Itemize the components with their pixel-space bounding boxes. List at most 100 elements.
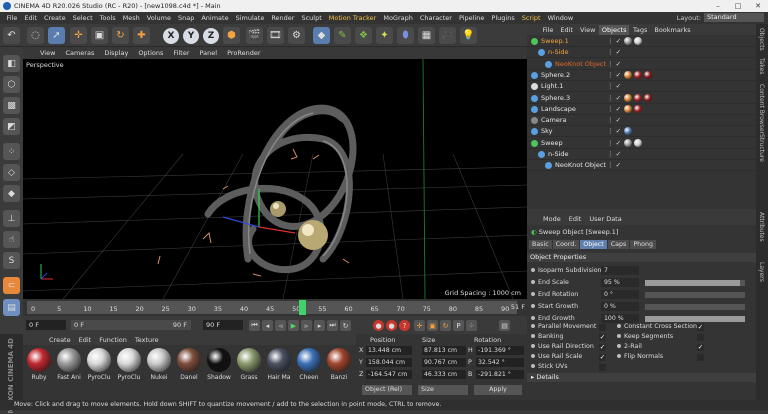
size-z-field[interactable]: 46.333 cm	[422, 370, 466, 379]
object-menu-file[interactable]: File	[539, 26, 557, 34]
next-key-icon[interactable]: ▸	[314, 320, 325, 331]
make-editable-icon[interactable]: ◧	[3, 55, 20, 72]
visibility-toggle-icon[interactable]: ⋮ ✓	[607, 127, 621, 135]
material-swatch-nukei[interactable]	[147, 348, 171, 372]
viewport-menu-options[interactable]: Options	[133, 49, 168, 57]
visibility-toggle-icon[interactable]: ⋮ ✓	[607, 82, 621, 90]
selection-filter-icon[interactable]: ▤	[3, 299, 20, 316]
menu-window[interactable]: Window	[544, 14, 577, 22]
viewport-menu-filter[interactable]: Filter	[168, 49, 194, 57]
deformer-icon[interactable]: ⬮	[397, 27, 414, 44]
menu-volume[interactable]: Volume	[143, 14, 174, 22]
material-tag-icon[interactable]	[634, 93, 642, 102]
animate-dot-icon[interactable]	[531, 334, 535, 338]
visibility-toggle-icon[interactable]: ⋮ ✓	[607, 60, 621, 68]
checkbox-constant-cross-section[interactable]: ✓	[697, 324, 704, 331]
rotate-tool-icon[interactable]: ↻	[112, 27, 129, 44]
menu-edit[interactable]: Edit	[21, 14, 41, 22]
visibility-toggle-icon[interactable]: ⋮ ✓	[607, 37, 621, 45]
menu-mesh[interactable]: Mesh	[119, 14, 143, 22]
viewport-menu-cameras[interactable]: Cameras	[60, 49, 99, 57]
material-swatch-ruby[interactable]	[27, 348, 51, 372]
checkbox-use-rail-scale[interactable]: ✓	[599, 354, 606, 361]
rotation-b-field[interactable]: -291.821 °	[476, 370, 524, 379]
subdivision-icon[interactable]: ❖	[355, 27, 372, 44]
previous-key-icon[interactable]: ◂	[262, 320, 273, 331]
animate-dot-icon[interactable]	[531, 304, 535, 308]
texture-mode-icon[interactable]: ▩	[3, 97, 20, 114]
menu-simulate[interactable]: Simulate	[232, 14, 268, 22]
animate-dot-icon[interactable]	[531, 364, 535, 368]
scale-key-icon[interactable]: ▣	[427, 320, 438, 331]
move-tool-icon[interactable]: ✛	[70, 27, 87, 44]
light-icon[interactable]: 💡	[460, 27, 477, 44]
side-tab-takes[interactable]: Takes	[758, 58, 765, 74]
material-tag-icon[interactable]	[624, 70, 632, 79]
select-arrow-icon[interactable]: ➚	[48, 27, 65, 44]
material-tag-icon[interactable]	[634, 70, 642, 79]
animate-dot-icon[interactable]	[617, 344, 621, 348]
material-tag-icon[interactable]	[634, 104, 642, 113]
start-frame-field[interactable]: 0 F	[26, 320, 66, 330]
object-row[interactable]: n-Side ⋮ ✓	[527, 47, 756, 59]
sphere-3-object[interactable]	[298, 220, 328, 250]
coordinate-mode-dropdown[interactable]: Object (Rel)	[362, 385, 412, 395]
rotation-key-icon[interactable]: ↻	[440, 320, 451, 331]
material-tag-icon[interactable]	[634, 138, 642, 147]
material-tag-icon[interactable]	[624, 138, 632, 147]
animate-dot-icon[interactable]	[531, 280, 535, 284]
points-mode-icon[interactable]: ⁘	[3, 143, 20, 160]
object-menu-edit[interactable]: Edit	[557, 26, 577, 34]
material-swatch-hair-ma[interactable]	[267, 348, 291, 372]
snap-toggle-icon[interactable]: S	[3, 252, 20, 269]
render-settings-icon[interactable]: ⚙	[288, 27, 305, 44]
parameter-key-icon[interactable]: P	[453, 320, 464, 331]
object-row[interactable]: n-Side ⋮ ✓	[527, 149, 756, 160]
move-gizmo-z[interactable]	[222, 216, 260, 228]
object-row[interactable]: Sky ⋮ ✓	[527, 126, 756, 138]
object-row[interactable]: Sweep.1 ⋮ ✓	[527, 36, 756, 47]
transform-tool-icon[interactable]: ✚	[133, 27, 150, 44]
perspective-viewport[interactable]: Perspective Grid Spacing : 1000 cm	[23, 59, 527, 299]
minimize-button[interactable]: –	[708, 0, 728, 12]
field-end-scale-slider[interactable]	[645, 280, 745, 286]
menu-sculpt[interactable]: Sculpt	[298, 14, 325, 22]
render-view-icon[interactable]: 🎬	[246, 27, 263, 44]
animate-dot-icon[interactable]	[617, 334, 621, 338]
menu-character[interactable]: Character	[416, 14, 455, 22]
end-frame-field[interactable]: 90 F	[203, 320, 243, 330]
rotation-p-field[interactable]: 32.542 °	[476, 358, 524, 367]
details-section[interactable]: ▸ Details	[527, 373, 756, 382]
model-mode-icon[interactable]: ⬡	[3, 76, 20, 93]
viewport-menu-view[interactable]: View	[35, 49, 60, 57]
sphere-2-object[interactable]	[270, 201, 286, 217]
object-row[interactable]: Sphere.3 ⋮ ✓	[527, 93, 756, 104]
object-row[interactable]: Sweep ⋮ ✓	[527, 138, 756, 149]
undo-icon[interactable]: ↶	[3, 27, 20, 44]
object-row[interactable]: Landscape ⋮ ✓	[527, 104, 756, 115]
object-row[interactable]: NeoKnot Object ⋮ ✓	[527, 59, 756, 70]
maximize-button[interactable]: □	[728, 0, 748, 12]
viewport-menu-display[interactable]: Display	[99, 49, 133, 57]
size-y-field[interactable]: 90.767 cm	[422, 358, 466, 367]
side-tab-attributes[interactable]: Attributes	[758, 212, 765, 242]
object-menu-bookmarks[interactable]: Bookmarks	[651, 26, 694, 34]
checkbox-banking[interactable]: ✓	[599, 334, 606, 341]
magnet-icon[interactable]: ⊂	[3, 277, 20, 294]
position-z-field[interactable]: -164.547 cm	[366, 370, 412, 379]
visibility-toggle-icon[interactable]: ⋮ ✓	[607, 94, 621, 102]
material-tag-icon[interactable]	[624, 104, 632, 113]
material-swatch-banzi[interactable]	[327, 348, 351, 372]
visibility-toggle-icon[interactable]: ⋮ ✓	[607, 150, 621, 158]
menu-select[interactable]: Select	[69, 14, 96, 22]
record-active-icon[interactable]: ●	[373, 320, 384, 331]
rotation-h-field[interactable]: -191.369 °	[476, 346, 524, 355]
object-row[interactable]: Light.1 ⋮ ✓	[527, 81, 756, 93]
animate-dot-icon[interactable]	[617, 354, 621, 358]
visibility-toggle-icon[interactable]: ⋮ ✓	[607, 139, 621, 147]
side-tab-structure[interactable]: Structure	[758, 134, 765, 162]
render-picture-viewer-icon[interactable]: 🎞	[267, 27, 284, 44]
checkbox-2-rail[interactable]: ✓	[697, 344, 704, 351]
viewport-menu-prorender[interactable]: ProRender	[222, 49, 265, 57]
animate-dot-icon[interactable]	[617, 324, 621, 328]
